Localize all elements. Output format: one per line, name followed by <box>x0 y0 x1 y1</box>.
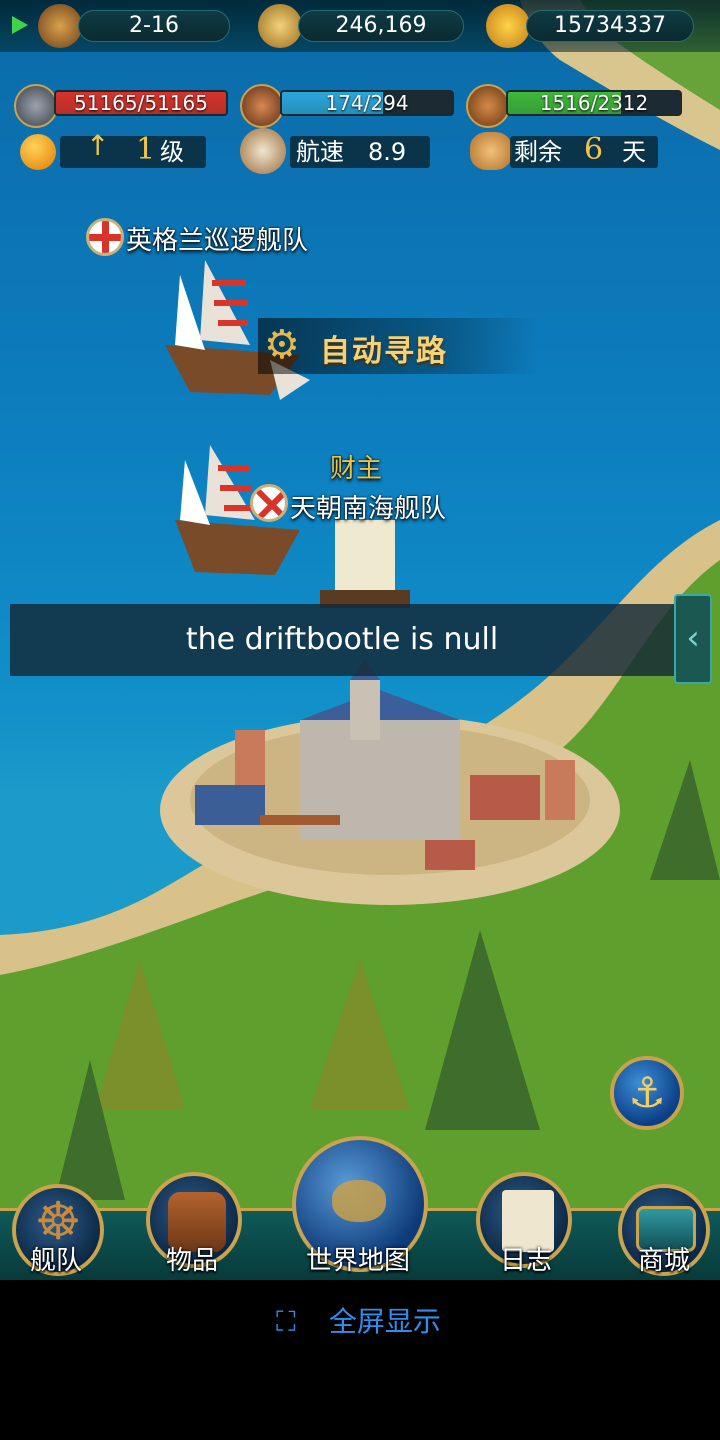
england-flag-icon <box>86 218 124 256</box>
fullscreen-bar: ⛶ 全屏显示 <box>0 1280 720 1440</box>
port-town[interactable] <box>180 660 600 900</box>
nav-fleet-label: 舰队 <box>30 1246 83 1276</box>
compass-value: 246,169 <box>298 10 464 42</box>
speed-display: 航速 8.9 <box>290 136 430 168</box>
anchor-icon: ⚓ <box>628 1068 666 1117</box>
compass-icon <box>258 4 302 48</box>
gear-icon: ⚙ <box>264 322 300 368</box>
fullscreen-label: 全屏显示 <box>328 1305 441 1338</box>
anchor-button[interactable]: ⚓ <box>610 1056 684 1130</box>
nav-world-map-label: 世界地图 <box>306 1246 411 1276</box>
globe-icon <box>332 1180 386 1222</box>
bread-icon <box>470 132 512 170</box>
fullscreen-button[interactable]: ⛶ 全屏显示 <box>276 1302 441 1342</box>
chevron-left-icon: ‹ <box>686 618 700 658</box>
gold-coin-icon <box>486 4 530 48</box>
nav-items-label: 物品 <box>166 1246 219 1276</box>
sun-orb-icon <box>20 134 56 170</box>
cargo-text: 1516/2312 <box>539 91 649 115</box>
stage-display: 2-16 <box>78 10 230 42</box>
cargo-crate-icon <box>466 84 510 128</box>
cargo-bar: 1516/2312 <box>506 90 682 116</box>
npc-ship[interactable] <box>170 430 320 590</box>
speed-value: 8.9 <box>368 138 407 166</box>
level-unit: 级 <box>160 138 184 166</box>
gold-value: 15734337 <box>526 10 694 42</box>
game-scene[interactable]: 2-16 246,169 15734337 51165/51165 174/29… <box>0 0 720 1280</box>
hourglass-icon <box>38 4 82 48</box>
sailors-text: 174/294 <box>325 91 409 115</box>
nav-shop-label: 商城 <box>638 1246 691 1276</box>
nav-log-label: 日志 <box>500 1246 553 1276</box>
auto-route-label: 自动寻路 <box>320 334 448 369</box>
sailors-bar: 174/294 <box>280 90 454 116</box>
auto-route-button[interactable]: ⚙ 自动寻路 <box>258 318 538 374</box>
top-resource-bar: 2-16 246,169 15734337 <box>0 0 720 52</box>
level-display: ↑ 1 级 <box>60 130 206 168</box>
arrow-up-icon: ↑ <box>86 129 110 162</box>
level-number: 1 <box>136 132 156 167</box>
durability-text: 51165/51165 <box>74 91 208 115</box>
speed-label: 航速 <box>296 138 344 166</box>
remaining-unit: 天 <box>622 138 646 166</box>
durability-bar: 51165/51165 <box>54 90 228 116</box>
supplies-display: 剩余 6 天 <box>510 132 658 168</box>
ship-icon <box>240 128 286 174</box>
play-icon[interactable] <box>12 16 28 34</box>
sailor-icon <box>240 84 284 128</box>
remaining-label: 剩余 <box>514 138 562 166</box>
hammer-icon <box>14 84 58 128</box>
side-panel-toggle[interactable]: ‹ <box>674 594 712 684</box>
expand-icon: ⛶ <box>276 1305 296 1338</box>
remaining-value: 6 <box>584 132 604 167</box>
npc-title: 财主 <box>330 454 383 484</box>
